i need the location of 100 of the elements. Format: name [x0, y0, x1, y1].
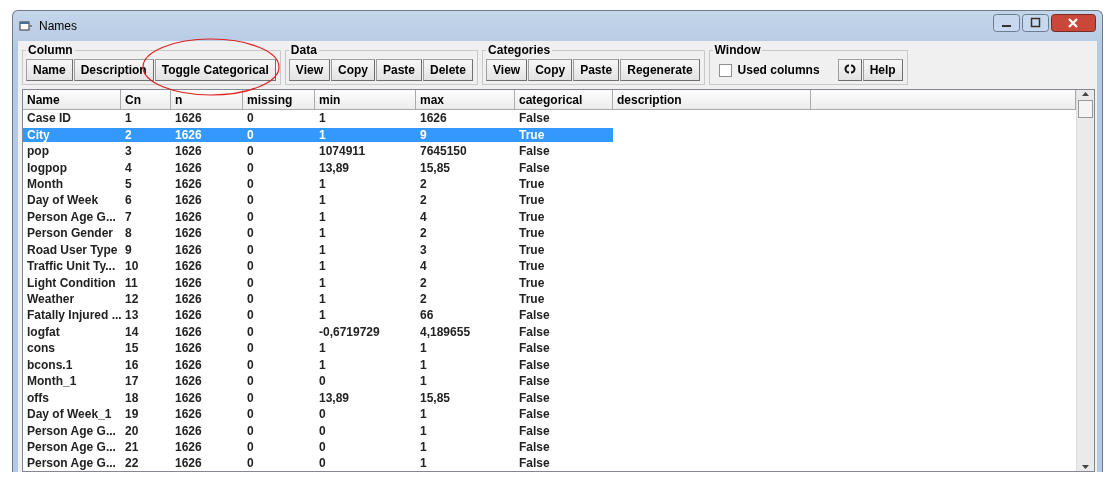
table-cell: 2: [125, 127, 132, 142]
toolbar-button[interactable]: View: [288, 59, 330, 81]
table-row[interactable]: Light Condition 11 1626 0 1 2 True: [23, 274, 811, 291]
table-row[interactable]: Month_1 17 1626 0 0 1 False: [23, 373, 811, 390]
table-cell: 0: [247, 111, 254, 126]
column-header[interactable]: description: [613, 90, 811, 109]
window-title: Names: [39, 19, 78, 33]
table-cell: 1: [420, 407, 427, 422]
column-header[interactable]: Cn: [121, 90, 171, 109]
table-row[interactable]: logfat 14 1626 0 -0,6719729 4,189655 False: [23, 323, 811, 341]
table-cell: 0: [247, 226, 254, 241]
table-row[interactable]: cons 15 1626 0 1 1 False: [23, 340, 811, 357]
table-row[interactable]: logpop 4 1626 0 13,89 15,85 False: [23, 159, 811, 176]
table-cell: 2: [420, 193, 427, 208]
table-row[interactable]: Case ID 1 1626 0 1 1626 False: [23, 110, 811, 127]
toolbar-button[interactable]: Name: [26, 59, 73, 81]
table-cell: Traffic Unit Ty...: [27, 259, 116, 274]
toolbar-button[interactable]: Help: [862, 59, 903, 81]
toolbar-button[interactable]: Regenerate: [620, 59, 700, 81]
table-cell: 1626: [175, 407, 202, 422]
table-cell: True: [519, 242, 545, 257]
table-row[interactable]: offs 18 1626 0 13,89 15,85 False: [23, 389, 811, 406]
table-cell: 9: [125, 242, 132, 257]
table-cell: 1: [319, 226, 326, 241]
table-cell: 0: [247, 357, 254, 372]
table-cell: 15: [125, 341, 139, 356]
table-row[interactable]: bcons.1 16 1626 0 1 1 False: [23, 356, 811, 373]
table-cell: 1: [420, 456, 427, 471]
table-cell: 1626: [175, 439, 202, 454]
column-header[interactable]: n: [171, 90, 243, 109]
table-cell: 7: [125, 209, 132, 224]
table-row[interactable]: Day of Week 6 1626 0 1 2 True: [23, 192, 811, 209]
table-row[interactable]: Person Gender 8 1626 0 1 2 True: [23, 225, 811, 242]
table-cell: 1: [319, 209, 326, 224]
checkbox[interactable]: [718, 63, 732, 77]
table-row[interactable]: Road User Type 9 1626 0 1 3 True: [23, 241, 811, 258]
toolbar-button[interactable]: View: [486, 59, 528, 81]
column-header[interactable]: min: [315, 90, 416, 109]
table-cell: Fatally Injured ...: [27, 308, 122, 323]
table-cell: Day of Week: [27, 193, 99, 208]
table-cell: 0: [247, 275, 254, 290]
table-cell: 10: [125, 259, 139, 274]
table-row[interactable]: Person Age G... 21 1626 0 0 1 False: [23, 438, 811, 456]
table-row[interactable]: Traffic Unit Ty... 10 1626 0 1 4 True: [23, 257, 811, 275]
table-cell: False: [519, 308, 550, 323]
table-cell: 0: [247, 292, 254, 307]
maximize-button[interactable]: [1022, 14, 1049, 32]
toolbar-button[interactable]: Paste: [376, 59, 422, 81]
table-cell: False: [519, 341, 550, 356]
table-cell: 0: [247, 176, 254, 191]
table-row[interactable]: Person Age G... 22 1626 0 0 1 False: [23, 455, 811, 471]
scrollbar-thumb[interactable]: [1078, 100, 1093, 118]
toolbar-button[interactable]: Toggle Categorical: [154, 59, 276, 81]
table-cell: 13,89: [319, 160, 350, 175]
table-cell: 0: [247, 341, 254, 356]
toolbar-button[interactable]: Copy: [528, 59, 573, 81]
table-cell: 3: [420, 242, 427, 257]
table-cell: Month: [27, 176, 63, 191]
column-header[interactable]: missing: [243, 90, 315, 109]
table-cell: 1: [319, 111, 326, 126]
table-cell: Person Age G...: [27, 439, 116, 454]
table-cell: Month_1: [27, 374, 77, 389]
minimize-button[interactable]: [993, 14, 1020, 32]
table-cell: 1626: [175, 423, 202, 438]
toolbar-button[interactable]: Copy: [331, 59, 375, 81]
table-row[interactable]: Weather 12 1626 0 1 2 True: [23, 290, 811, 308]
group-label: Window: [713, 43, 762, 57]
table-cell: 0: [247, 324, 254, 339]
table-cell: 0: [247, 308, 254, 323]
table-cell: 15,85: [420, 160, 451, 175]
table-cell: -0,6719729: [319, 324, 380, 339]
table-cell: 22: [125, 456, 139, 471]
table-row[interactable]: Person Age G... 7 1626 0 1 4 True: [23, 208, 811, 226]
toolbar-button[interactable]: Delete: [423, 59, 474, 81]
table-cell: 1074911: [319, 144, 366, 159]
toolbar-button[interactable]: Paste: [573, 59, 620, 81]
column-header[interactable]: max: [416, 90, 515, 109]
scroll-down-icon[interactable]: [1081, 463, 1090, 471]
table-cell: 18: [125, 390, 139, 405]
refresh-button[interactable]: [837, 59, 862, 81]
table-cell: 0: [247, 407, 254, 422]
close-button[interactable]: [1051, 14, 1096, 32]
table-cell: 4: [125, 160, 132, 175]
table-row[interactable]: Day of Week_1 19 1626 0 0 1 False: [23, 405, 811, 423]
table-cell: 20: [125, 423, 139, 438]
table-cell: True: [519, 292, 545, 307]
table-row[interactable]: Fatally Injured ... 13 1626 0 1 66 False: [23, 307, 811, 324]
table-cell: 1626: [175, 160, 202, 175]
table-row[interactable]: Person Age G... 20 1626 0 0 1 False: [23, 422, 811, 439]
column-header[interactable]: Name: [23, 90, 121, 109]
table-cell: Case ID: [27, 111, 72, 126]
table-row[interactable]: pop 3 1626 0 1074911 7645150 False: [23, 142, 811, 160]
table-row[interactable]: Month 5 1626 0 1 2 True: [23, 175, 811, 193]
table-cell: 0: [319, 423, 326, 438]
table-cell: 14: [125, 324, 139, 339]
table-cell: False: [519, 374, 550, 389]
group-label: Categories: [487, 43, 552, 57]
scroll-up-icon[interactable]: [1081, 90, 1090, 98]
table-cell: 0: [247, 160, 254, 175]
column-header[interactable]: categorical: [515, 90, 613, 109]
